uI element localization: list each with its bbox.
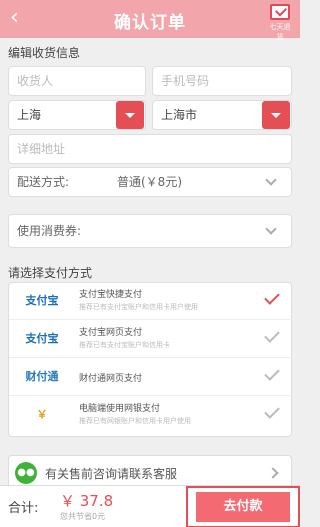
payment-title: 支付宝网页支付 (79, 328, 143, 338)
city-value: 上海市 (161, 108, 198, 122)
province-value: 上海 (17, 108, 42, 122)
coupon-select[interactable]: 使用消费券: (8, 214, 292, 248)
payment-subtitle: 推荐已有支付宝账户和信用卡 (79, 341, 170, 349)
chevron-right-icon (267, 467, 279, 479)
payment-title: 电脑端使用网银支付 (79, 404, 161, 414)
payment-section-title: 请选择支付方式 (8, 266, 93, 280)
title-bar: ‹ 确认订单 七天退货 (0, 0, 300, 41)
shipping-value: 普通(￥8元) (117, 175, 182, 189)
payment-title: 财付通网页支付 (79, 374, 143, 384)
payment-subtitle: 推荐已有支付宝账户和信用卡用户使用 (79, 303, 198, 311)
savings-text: 您共节省0元 (60, 512, 106, 521)
pay-button[interactable]: 去付款 (196, 492, 290, 522)
customer-service-bar[interactable]: ●● 有关售前咨询请联系客服 (8, 455, 292, 489)
payment-method-list: 支付宝 支付宝快捷支付 推荐已有支付宝账户和信用卡用户使用 支付宝 支付宝网页支… (8, 282, 293, 437)
recipient-name-input[interactable]: 收货人 (8, 66, 146, 96)
shipping-method-select[interactable]: 配送方式: 普通(￥8元) (8, 167, 292, 197)
address-section-title: 编辑收货信息 (8, 46, 81, 60)
seven-day-return-badge[interactable]: 七天退货 (267, 4, 293, 41)
page-title: 确认订单 (114, 13, 186, 33)
pay-button-frame: 去付款 (186, 486, 300, 527)
check-icon (264, 365, 280, 381)
payment-title: 支付宝快捷支付 (79, 290, 143, 300)
payment-option-netbank[interactable]: ￥ 电脑端使用网银支付 推荐已有网银账户和信用卡用户使用 (9, 397, 293, 434)
tenpay-logo: 财付通 (25, 370, 59, 383)
total-amount: ￥ 37.8 (60, 492, 114, 510)
check-icon (264, 403, 280, 419)
shipping-label: 配送方式: (17, 175, 70, 189)
province-dropdown-button[interactable] (116, 101, 144, 129)
city-dropdown-button[interactable] (262, 101, 290, 129)
seven-day-return-label: 七天退货 (269, 23, 291, 41)
selected-check-icon (264, 289, 280, 305)
wechat-icon: ●● (15, 462, 37, 484)
payment-option-alipay-web[interactable]: 支付宝 支付宝网页支付 推荐已有支付宝账户和信用卡 (9, 321, 293, 358)
total-label: 合计: (8, 501, 39, 516)
check-icon (264, 327, 280, 343)
chevron-down-icon (265, 174, 277, 186)
coupon-label: 使用消费券: (17, 224, 82, 238)
chevron-down-icon (265, 223, 277, 235)
computer-yuan-icon: ￥ (36, 408, 48, 421)
return-check-icon (270, 4, 290, 20)
checkout-footer: 合计: ￥ 37.8 您共节省0元 去付款 (0, 485, 300, 527)
payment-option-alipay-quick[interactable]: 支付宝 支付宝快捷支付 推荐已有支付宝账户和信用卡用户使用 (9, 283, 293, 320)
alipay-logo: 支付宝 (25, 294, 59, 307)
customer-service-label: 有关售前咨询请联系客服 (45, 467, 178, 481)
phone-input[interactable]: 手机号码 (152, 66, 292, 96)
payment-option-tenpay[interactable]: 财付通 财付通网页支付 (9, 359, 293, 396)
payment-subtitle: 推荐已有网银账户和信用卡用户使用 (79, 417, 191, 425)
detail-address-input[interactable]: 详细地址 (8, 134, 292, 164)
alipay-logo: 支付宝 (25, 332, 59, 345)
